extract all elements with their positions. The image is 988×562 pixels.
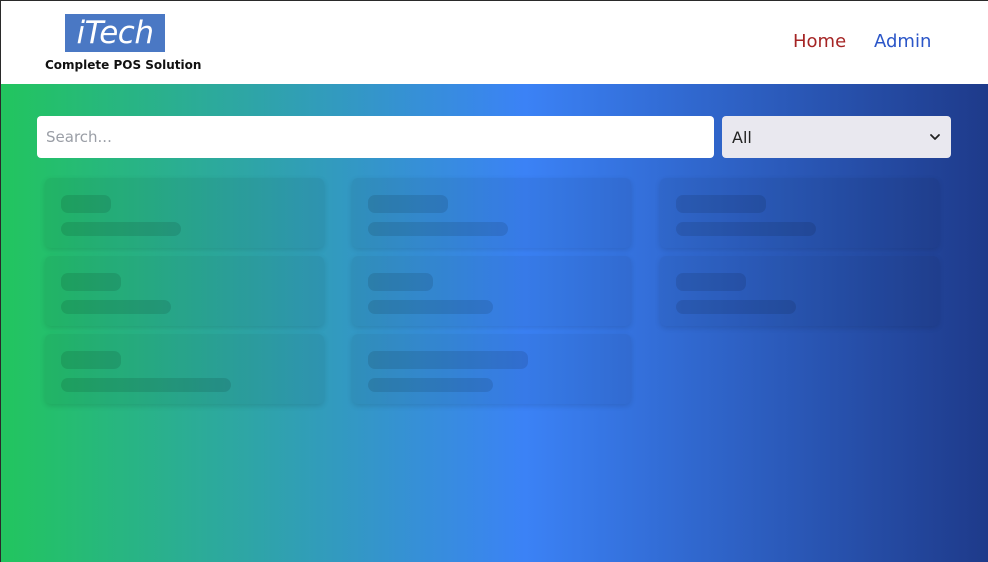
nav-link-admin[interactable]: Admin xyxy=(874,31,931,52)
skeleton-title-bar xyxy=(61,273,121,291)
filter-selected-value: All xyxy=(732,127,752,147)
brand-logo[interactable]: iTech xyxy=(65,14,165,52)
main-content: All xyxy=(1,84,988,562)
skeleton-text-bar xyxy=(61,300,171,314)
skeleton-title-bar xyxy=(368,273,433,291)
brand-tagline: Complete POS Solution xyxy=(45,58,202,72)
skeleton-title-bar xyxy=(676,195,766,213)
skeleton-title-bar xyxy=(61,195,111,213)
skeleton-card xyxy=(660,256,939,326)
skeleton-card xyxy=(45,256,324,326)
search-input[interactable] xyxy=(37,116,714,158)
skeleton-card xyxy=(352,334,631,404)
skeleton-card xyxy=(45,178,324,248)
skeleton-text-bar xyxy=(61,222,181,236)
app-window: iTech Complete POS Solution Home Admin A… xyxy=(0,0,988,562)
skeleton-text-bar xyxy=(368,222,508,236)
chevron-down-icon xyxy=(930,134,940,140)
nav-link-home[interactable]: Home xyxy=(793,31,846,52)
skeleton-title-bar xyxy=(368,195,448,213)
logo-text: iTech xyxy=(76,14,154,51)
skeleton-text-bar xyxy=(676,300,796,314)
top-header: iTech Complete POS Solution Home Admin xyxy=(1,1,988,84)
skeleton-text-bar xyxy=(676,222,816,236)
category-filter-select[interactable]: All xyxy=(722,116,951,158)
skeleton-title-bar xyxy=(61,351,121,369)
skeleton-text-bar xyxy=(61,378,231,392)
skeleton-card xyxy=(352,178,631,248)
skeleton-card xyxy=(45,334,324,404)
skeleton-title-bar xyxy=(676,273,746,291)
skeleton-text-bar xyxy=(368,300,493,314)
skeleton-text-bar xyxy=(368,378,493,392)
skeleton-title-bar xyxy=(368,351,528,369)
skeleton-card xyxy=(660,178,939,248)
skeleton-card xyxy=(352,256,631,326)
